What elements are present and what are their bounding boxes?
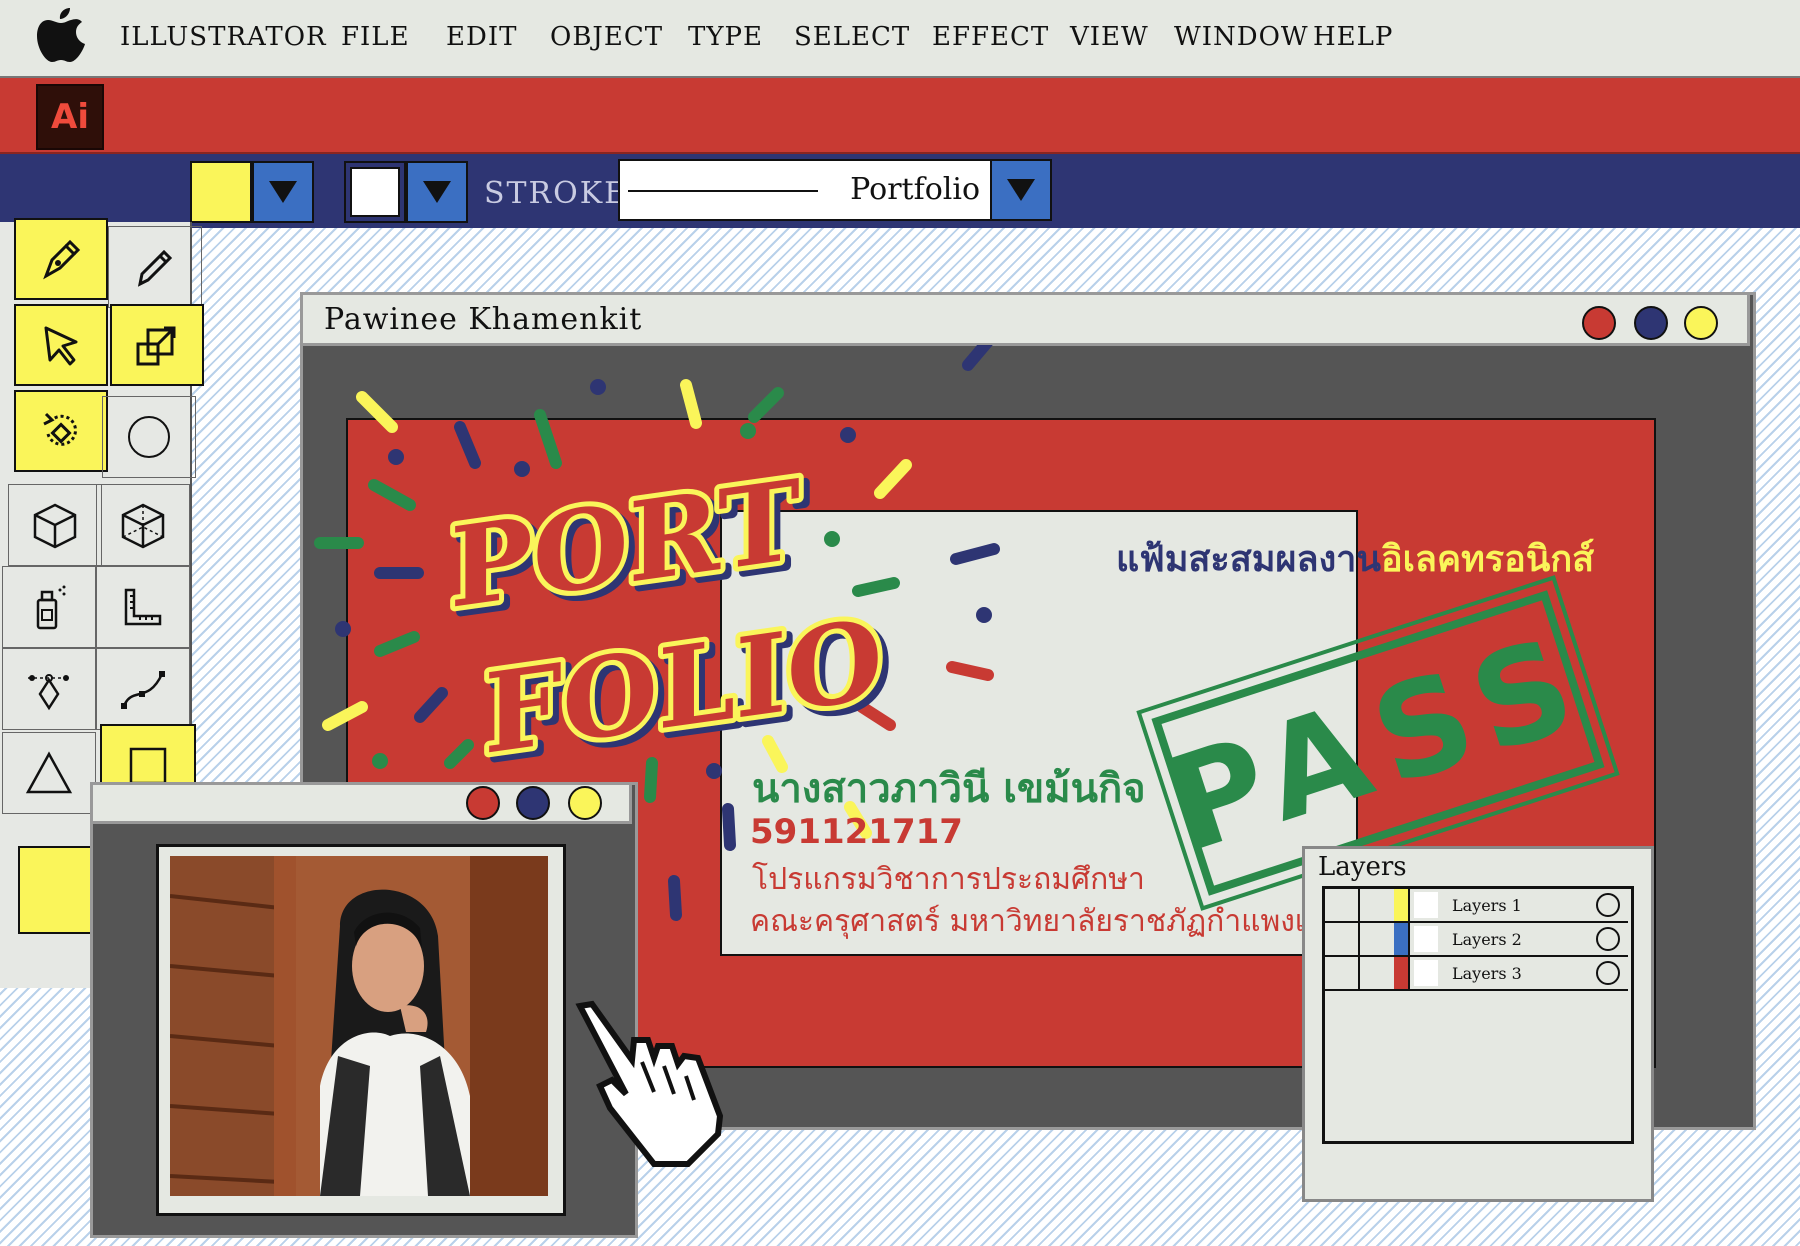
cube-icon xyxy=(33,503,77,549)
triangle-down-icon xyxy=(423,181,451,203)
document-title: Pawinee Khamenkit xyxy=(324,302,643,337)
profile-photo xyxy=(170,856,548,1196)
symbol-sprayer-tool[interactable] xyxy=(2,566,96,648)
triangle-tool[interactable] xyxy=(2,732,96,814)
anchor-point-tool[interactable] xyxy=(2,648,96,730)
maximize-button[interactable] xyxy=(1684,306,1718,340)
scale-icon xyxy=(136,326,176,366)
rotate-icon xyxy=(43,412,77,446)
pen-nib-icon xyxy=(43,239,81,280)
layer-label: Layers 1 xyxy=(1452,896,1522,915)
menu-select[interactable]: SELECT xyxy=(794,22,910,52)
layer-lock-cell[interactable] xyxy=(1358,923,1396,955)
photo-maximize-button[interactable] xyxy=(568,786,602,820)
stroke-label: STROKE xyxy=(484,176,629,211)
menu-effect[interactable]: EFFECT xyxy=(932,22,1049,52)
perspective-grid-tool[interactable] xyxy=(96,484,190,566)
brush-select-value: Portfolio xyxy=(850,172,980,207)
ruler-corner-icon xyxy=(124,588,162,626)
program-name: โปรแกรมวิชาการประถมศึกษา xyxy=(752,862,1145,897)
brush-select[interactable]: Portfolio xyxy=(618,159,992,221)
menu-edit[interactable]: EDIT xyxy=(446,22,517,52)
stroke-swatch[interactable] xyxy=(344,161,406,223)
student-id: 591121717 xyxy=(750,812,963,852)
fill-dropdown-button[interactable] xyxy=(252,161,314,223)
fill-color-indicator[interactable] xyxy=(18,846,94,934)
pen-tool[interactable] xyxy=(14,218,108,300)
layer-target-circle[interactable] xyxy=(1596,893,1620,917)
apple-logo-icon[interactable] xyxy=(36,6,86,64)
pencil-icon xyxy=(137,249,173,287)
layers-panel-title: Layers xyxy=(1318,852,1407,882)
layer-row[interactable]: Layers 2 xyxy=(1322,923,1628,957)
photo-close-button[interactable] xyxy=(466,786,500,820)
curvature-tool[interactable] xyxy=(96,648,190,730)
layer-target-circle[interactable] xyxy=(1596,961,1620,985)
arrow-cursor-icon xyxy=(44,326,78,366)
close-button[interactable] xyxy=(1582,306,1616,340)
owner-name: นางสาวภาวินี เขม้นกิจ xyxy=(752,766,1146,812)
menu-file[interactable]: FILE xyxy=(341,22,410,52)
layer-thumbnail xyxy=(1414,960,1438,986)
heading-main: แฟ้มสะสมผลงาน xyxy=(1116,539,1381,580)
menu-view[interactable]: VIEW xyxy=(1070,22,1149,52)
app-bar xyxy=(0,78,1800,154)
ellipse-tool[interactable] xyxy=(102,396,196,478)
layer-thumbnail xyxy=(1414,926,1438,952)
layer-thumbnail xyxy=(1414,892,1438,918)
rotate-tool[interactable] xyxy=(14,390,108,472)
layer-label: Layers 2 xyxy=(1452,930,1522,949)
spray-can-icon xyxy=(36,585,66,630)
ruler-tool[interactable] xyxy=(96,566,190,648)
layer-lock-cell[interactable] xyxy=(1358,889,1396,921)
triangle-icon xyxy=(25,751,73,794)
layer-visibility-cell[interactable] xyxy=(1322,923,1360,955)
triangle-down-icon xyxy=(1007,179,1035,201)
photo-window-titlebar[interactable] xyxy=(90,782,632,824)
wireframe-cube-icon xyxy=(121,503,165,549)
brush-dropdown-button[interactable] xyxy=(990,159,1052,221)
layer-row[interactable]: Layers 3 xyxy=(1322,957,1628,991)
layer-target-circle[interactable] xyxy=(1596,927,1620,951)
layer-color-swatch xyxy=(1394,957,1410,989)
photo-minimize-button[interactable] xyxy=(516,786,550,820)
brush-stroke-preview xyxy=(628,190,818,192)
triangle-down-icon xyxy=(269,181,297,203)
layer-row[interactable]: Layers 1 xyxy=(1322,889,1628,923)
circle-icon xyxy=(128,416,170,458)
menu-bar: ILLUSTRATOR FILE EDIT OBJECT TYPE SELECT… xyxy=(0,0,1800,78)
layer-color-swatch xyxy=(1394,889,1410,921)
layer-visibility-cell[interactable] xyxy=(1322,889,1360,921)
pen-anchor-icon xyxy=(28,674,70,711)
minimize-button[interactable] xyxy=(1634,306,1668,340)
selection-tool[interactable] xyxy=(14,304,108,386)
curve-path-icon xyxy=(121,671,165,709)
portfolio-word1: PORT xyxy=(450,455,800,634)
pencil-tool[interactable] xyxy=(108,226,202,308)
menu-window[interactable]: WINDOW xyxy=(1174,22,1309,52)
heading-tail: อิเลคทรอนิกส์ xyxy=(1381,539,1595,580)
layer-label: Layers 3 xyxy=(1452,964,1522,983)
hand-pointer-cursor-icon xyxy=(575,1000,724,1167)
3d-cube-tool[interactable] xyxy=(8,484,102,566)
layer-visibility-cell[interactable] xyxy=(1322,957,1360,989)
faculty-name: คณะครุศาสตร์ มหาวิทยาลัยราชภัฏกำแพงเพชร xyxy=(750,904,1362,939)
scale-tool[interactable] xyxy=(110,304,204,386)
menu-type[interactable]: TYPE xyxy=(688,22,763,52)
fill-swatch[interactable] xyxy=(190,161,252,223)
menu-help[interactable]: HELP xyxy=(1313,22,1393,52)
menu-object[interactable]: OBJECT xyxy=(550,22,663,52)
illustrator-logo: Ai xyxy=(36,84,104,150)
stroke-dropdown-button[interactable] xyxy=(406,161,468,223)
menu-illustrator[interactable]: ILLUSTRATOR xyxy=(120,22,327,52)
layer-lock-cell[interactable] xyxy=(1358,957,1396,989)
layer-color-swatch xyxy=(1394,923,1410,955)
electronic-portfolio-heading: แฟ้มสะสมผลงานอิเลคทรอนิกส์ xyxy=(1116,530,1594,587)
